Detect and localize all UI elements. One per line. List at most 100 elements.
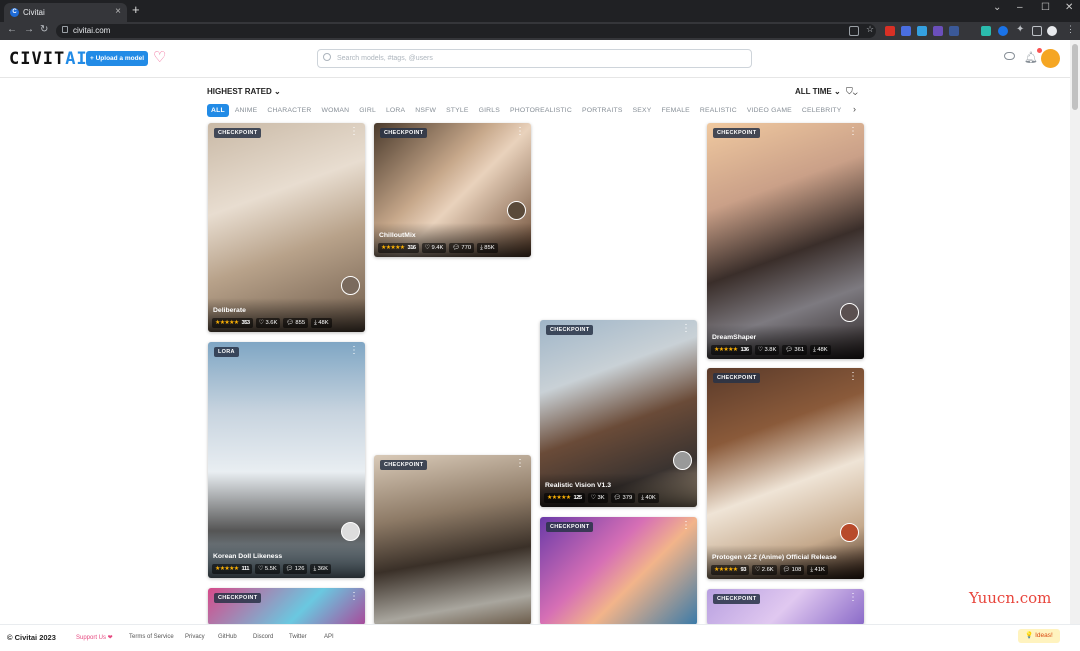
model-name: Deliberate: [213, 307, 246, 314]
more-vert-icon[interactable]: ⋮: [848, 127, 858, 137]
tag-chip[interactable]: CELEBRITY: [798, 104, 846, 117]
window-close-icon[interactable]: ✕: [1065, 2, 1073, 13]
creator-avatar[interactable]: [840, 523, 859, 542]
model-type-badge: CHECKPOINT: [713, 373, 761, 383]
tag-chip[interactable]: PORTRAITS: [578, 104, 627, 117]
model-card[interactable]: CHECKPOINT ⋮: [540, 517, 697, 625]
more-vert-icon[interactable]: ⋮: [848, 593, 858, 603]
minimize-icon[interactable]: –: [1017, 2, 1023, 13]
model-card[interactable]: CHECKPOINT ⋮ ChilloutMix ★★★★★ 316 ♡ 9.4K …: [374, 123, 531, 257]
sidebar-icon[interactable]: [1032, 26, 1042, 36]
more-vert-icon[interactable]: ⋮: [515, 459, 525, 469]
comment-icon: 💬︎: [613, 495, 623, 501]
model-card[interactable]: LORA ⋮ Korean Doll Likeness ★★★★★ 111 ♡ 5.…: [208, 342, 365, 578]
extension-icon[interactable]: [933, 26, 943, 36]
ideas-button[interactable]: 💡 Ideas!: [1018, 629, 1060, 643]
tag-chip[interactable]: VIDEO GAME: [743, 104, 796, 117]
tag-chip[interactable]: REALISTIC: [696, 104, 741, 117]
more-vert-icon[interactable]: ⋮: [681, 521, 691, 531]
close-tab-icon[interactable]: ×: [115, 6, 121, 17]
maximize-icon[interactable]: ☐: [1041, 2, 1050, 13]
github-link[interactable]: GitHub: [218, 634, 237, 640]
rating-count: 353: [241, 320, 250, 326]
search-input[interactable]: Search models, #tags, @users: [317, 49, 752, 68]
tag-chip[interactable]: LORA: [382, 104, 409, 117]
tag-chip[interactable]: PHOTOREALISTIC: [506, 104, 576, 117]
model-card[interactable]: CHECKPOINT ⋮ Realistic Vision V1.3 ★★★★★ 1…: [540, 320, 697, 507]
model-card[interactable]: CHECKPOINT ⋮ DreamShaper ★★★★★ 136 ♡ 3.8K …: [707, 123, 864, 359]
puzzle-icon[interactable]: ✦: [1016, 24, 1026, 35]
model-type-badge: CHECKPOINT: [380, 460, 428, 470]
creator-avatar[interactable]: [507, 201, 526, 220]
extension-icon[interactable]: [998, 26, 1008, 36]
address-bar[interactable]: civitai.com: [56, 24, 876, 38]
api-link[interactable]: API: [324, 634, 334, 640]
extension-icon[interactable]: [901, 26, 911, 36]
heart-icon[interactable]: ♡: [153, 49, 166, 66]
creator-avatar[interactable]: [673, 451, 692, 470]
privacy-link[interactable]: Privacy: [185, 634, 205, 640]
discord-link[interactable]: Discord: [253, 634, 273, 640]
more-vert-icon[interactable]: ⋮: [1066, 24, 1076, 34]
reload-icon[interactable]: ↻: [40, 24, 48, 35]
chevron-down-icon[interactable]: ⌄: [993, 2, 1001, 13]
browser-tab-bar: [0, 0, 1080, 22]
filter-icon[interactable]: ⛉⌄: [846, 86, 858, 97]
extension-icon[interactable]: [981, 26, 991, 36]
upload-model-button[interactable]: + Upload a model: [86, 51, 148, 66]
avatar[interactable]: [1041, 49, 1060, 68]
new-tab-button[interactable]: +: [132, 2, 140, 17]
tag-chip[interactable]: SEXY: [629, 104, 656, 117]
model-card[interactable]: CHECKPOINT ⋮: [374, 455, 531, 625]
twitter-link[interactable]: Twitter: [289, 634, 307, 640]
tag-chip[interactable]: STYLE: [442, 104, 473, 117]
tag-chip[interactable]: CHARACTER: [263, 104, 315, 117]
tag-chip[interactable]: ANIME: [231, 104, 262, 117]
bell-icon[interactable]: 🔔︎: [1024, 48, 1042, 64]
chevron-right-icon[interactable]: ›: [853, 104, 856, 114]
bookmark-star-icon[interactable]: ☆: [866, 24, 876, 34]
period-dropdown[interactable]: ALL TIME ⌄: [795, 87, 841, 96]
likes-count: 2.6K: [761, 567, 774, 573]
stars-icon: ★★★★★: [547, 495, 571, 501]
eye-icon[interactable]: [1004, 52, 1015, 60]
forward-icon[interactable]: →: [24, 24, 34, 35]
extension-icon[interactable]: [885, 26, 895, 36]
civitai-logo[interactable]: CIVITAI: [9, 49, 88, 69]
share-icon[interactable]: [849, 26, 859, 36]
browser-tab[interactable]: C Civitai ×: [4, 3, 127, 22]
more-vert-icon[interactable]: ⋮: [349, 592, 359, 602]
tag-chip[interactable]: GIRLS: [475, 104, 504, 117]
scrollbar-thumb[interactable]: [1072, 44, 1078, 110]
logo-text: CIVIT: [9, 49, 66, 69]
creator-avatar[interactable]: [341, 276, 360, 295]
model-card[interactable]: CHECKPOINT ⋮ Protogen v2.2 (Anime) Offici…: [707, 368, 864, 579]
more-vert-icon[interactable]: ⋮: [681, 324, 691, 334]
more-vert-icon[interactable]: ⋮: [848, 372, 858, 382]
model-type-badge: CHECKPOINT: [214, 128, 262, 138]
profile-icon[interactable]: [1047, 26, 1057, 36]
more-vert-icon[interactable]: ⋮: [349, 127, 359, 137]
sort-dropdown[interactable]: HIGHEST RATED ⌄: [207, 87, 281, 96]
likes-stat: ♡ 9.4K: [421, 243, 447, 253]
creator-avatar[interactable]: [840, 303, 859, 322]
tag-chip[interactable]: WOMAN: [317, 104, 353, 117]
tag-chip[interactable]: GIRL: [355, 104, 380, 117]
extension-icon[interactable]: [917, 26, 927, 36]
scrollbar[interactable]: [1070, 40, 1080, 625]
tag-chip[interactable]: ALL: [207, 104, 229, 117]
support-link[interactable]: Support Us ❤: [76, 634, 113, 641]
creator-avatar[interactable]: [341, 522, 360, 541]
tag-chip[interactable]: FEMALE: [658, 104, 694, 117]
stars-icon: ★★★★★: [215, 566, 239, 572]
terms-link[interactable]: Terms of Service: [129, 634, 174, 640]
extension-icon[interactable]: [949, 26, 959, 36]
more-vert-icon[interactable]: ⋮: [515, 127, 525, 137]
model-card[interactable]: CHECKPOINT ⋮: [707, 589, 864, 625]
model-card[interactable]: CHECKPOINT ⋮: [208, 588, 365, 625]
model-card[interactable]: CHECKPOINT ⋮ Deliberate ★★★★★ 353 ♡ 3.6K 💬…: [208, 123, 365, 332]
model-type-badge: CHECKPOINT: [713, 594, 761, 604]
more-vert-icon[interactable]: ⋮: [349, 346, 359, 356]
back-icon[interactable]: ←: [7, 24, 17, 35]
tag-chip[interactable]: NSFW: [411, 104, 440, 117]
